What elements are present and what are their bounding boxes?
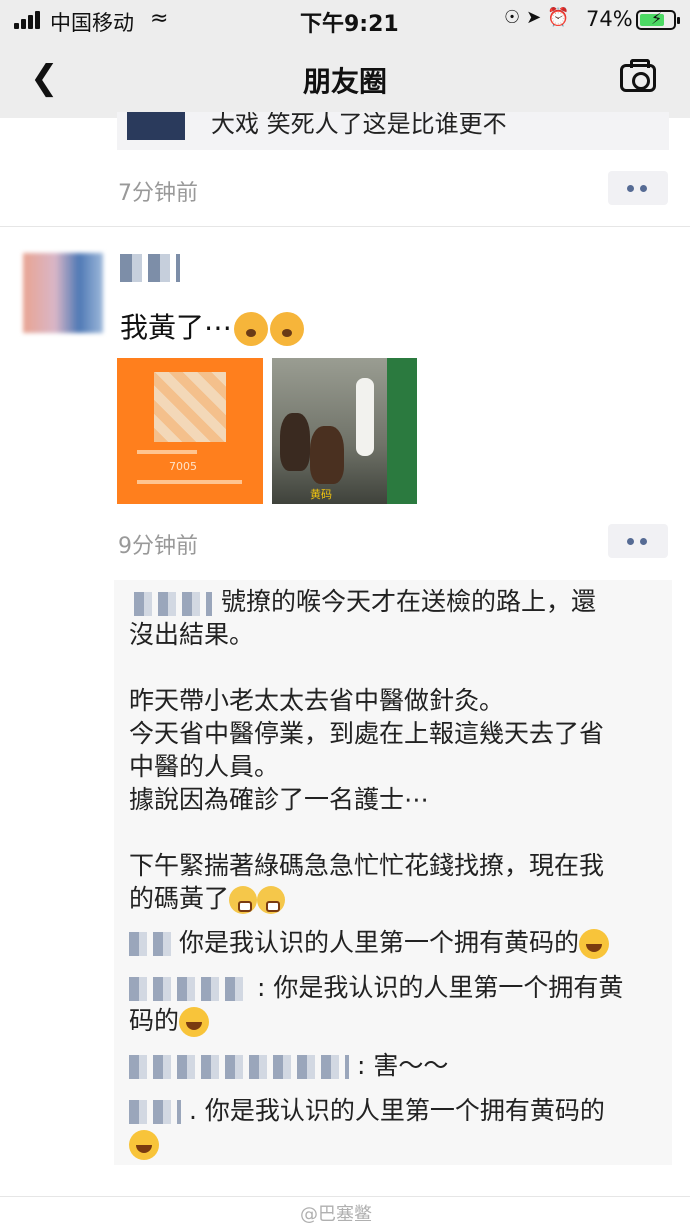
emoji-icon [234, 312, 269, 346]
emoji-icon [229, 886, 258, 914]
rotation-lock-icon: ☉ [504, 7, 527, 28]
wifi-icon: ≈ [150, 6, 169, 31]
carrier-label: 中国移动 [50, 11, 134, 35]
post-photo-1[interactable]: 7005 [117, 358, 263, 504]
watermark: @巴塞鳖 [300, 1204, 372, 1225]
alarm-icon: ⏰ [547, 7, 576, 28]
qr-code-blur [154, 372, 226, 442]
post-more-button[interactable] [608, 524, 668, 558]
laughing-emoji-icon [129, 1130, 159, 1160]
comment-reply[interactable]: : 害～～ [129, 1049, 669, 1082]
commenter-name[interactable] [129, 1100, 181, 1124]
link-thumbnail [127, 112, 185, 140]
page-title: 朋友圈 [302, 65, 387, 98]
post-text: 我黃了⋯ [120, 306, 305, 346]
battery-icon: ⚡ [636, 9, 680, 30]
commenter-name[interactable] [129, 932, 171, 956]
laughing-emoji-icon [179, 1007, 210, 1037]
commenter-name[interactable] [129, 977, 249, 1001]
comment-reply[interactable]: : 你是我认识的人里第一个拥有黄 码的 [129, 971, 669, 1037]
link-title: 大戏 笑死人了这是比谁更不 [211, 112, 507, 138]
avatar[interactable] [23, 253, 103, 333]
location-icon: ➤ [526, 7, 548, 28]
commenter-name[interactable] [129, 1055, 349, 1079]
emoji-icon [270, 312, 305, 346]
camera-icon[interactable] [620, 59, 656, 92]
emoji-icon [257, 886, 286, 914]
divider [0, 226, 690, 227]
status-time: 下午9:21 [300, 12, 399, 37]
comments-box: 號撩的喉今天才在送檢的路上，還 沒出結果。 昨天帶小老太太去省中醫做針灸。 今天… [114, 580, 672, 1165]
post-photo-2[interactable]: 黄码 [272, 358, 417, 504]
prev-post-time: 7分钟前 [118, 181, 198, 206]
status-bar: 中国移动 ≈ 下午9:21 ☉➤⏰ 74% ⚡ [0, 0, 690, 40]
shared-link-card[interactable]: 大戏 笑死人了这是比谁更不 [117, 112, 669, 150]
photo-1-caption: 7005 [169, 460, 197, 473]
nav-bar: ❮ 朋友圈 [0, 40, 690, 118]
divider [0, 1196, 690, 1197]
post-time: 9分钟前 [118, 534, 198, 559]
comment-reply[interactable]: 你是我认识的人里第一个拥有黄码的 [129, 926, 669, 959]
prev-post-more-button[interactable] [608, 171, 668, 205]
post-author-name[interactable] [120, 254, 180, 282]
comment-reply[interactable]: . 你是我认识的人里第一个拥有黄码的 [129, 1094, 669, 1160]
laughing-emoji-icon [578, 929, 609, 959]
photo-2-caption: 黄码 [310, 488, 332, 501]
signal-icon [14, 11, 42, 29]
comment-main: 號撩的喉今天才在送檢的路上，還 沒出結果。 昨天帶小老太太去省中醫做針灸。 今天… [129, 587, 605, 914]
status-icons: ☉➤⏰ [504, 7, 576, 28]
battery-percent: 74% [586, 7, 633, 31]
